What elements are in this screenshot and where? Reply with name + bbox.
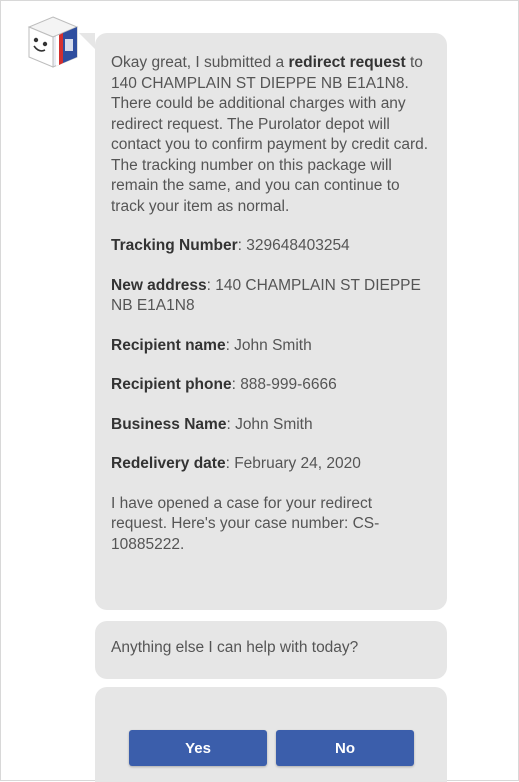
redirect-confirmation-text: Okay great, I submitted a redirect reque…	[111, 53, 431, 217]
detail-value: : 888-999-6666	[231, 376, 337, 393]
message-text-part: Okay great, I submitted a	[111, 54, 289, 71]
bot-message-bubble: Okay great, I submitted a redirect reque…	[79, 33, 447, 610]
detail-tracking-number: Tracking Number: 329648403254	[111, 236, 431, 257]
detail-value: : John Smith	[226, 415, 313, 433]
message-text-part: to 140 CHAMPLAIN ST DIEPPE NB E1A1N8. Th…	[111, 54, 429, 215]
detail-new-address: New address: 140 CHAMPLAIN ST DIEPPE NB …	[111, 276, 431, 317]
detail-label: Tracking Number	[111, 237, 238, 254]
detail-label: Recipient phone	[111, 376, 232, 393]
detail-value: : February 24, 2020	[225, 455, 361, 472]
detail-value: : 329648403254	[237, 237, 350, 254]
bot-avatar-icon	[27, 16, 79, 68]
message-bold-text: redirect request	[288, 54, 406, 71]
case-number-text: I have opened a case for your redirect r…	[111, 494, 380, 553]
chat-window: Okay great, I submitted a redirect reque…	[0, 0, 519, 782]
bubble-tail	[79, 33, 95, 49]
quick-reply-panel: Yes No	[95, 687, 447, 782]
detail-value: : John Smith	[225, 336, 312, 354]
no-button[interactable]: No	[276, 730, 414, 766]
followup-message-bubble: Anything else I can help with today?	[95, 621, 447, 679]
detail-label: Recipient name	[111, 336, 226, 354]
detail-redelivery-date: Redelivery date: February 24, 2020	[111, 454, 431, 475]
detail-recipient-phone: Recipient phone: 888-999-6666	[111, 375, 431, 396]
detail-recipient-name: Recipient name: John Smith	[111, 336, 431, 357]
detail-label: Redelivery date	[111, 455, 226, 472]
followup-text: Anything else I can help with today?	[111, 639, 359, 656]
detail-business-name: Business Name: John Smith	[111, 415, 431, 436]
detail-label: Business Name	[111, 415, 227, 433]
detail-label: New address	[111, 276, 207, 294]
yes-button[interactable]: Yes	[129, 730, 267, 766]
